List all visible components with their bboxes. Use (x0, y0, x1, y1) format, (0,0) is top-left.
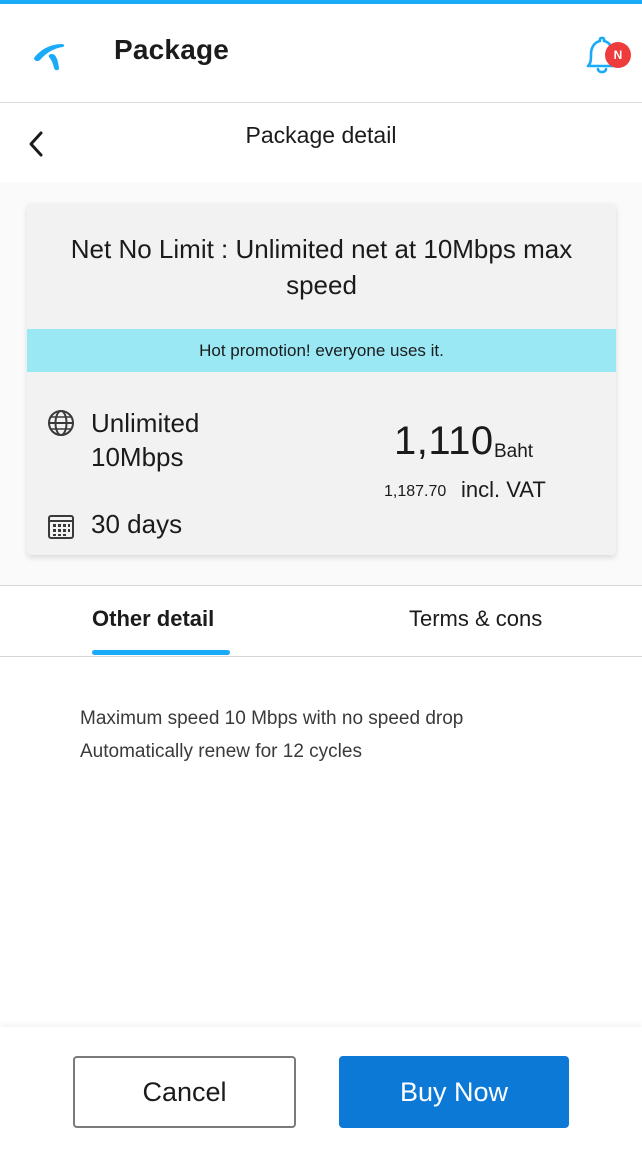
buy-now-button[interactable]: Buy Now (339, 1056, 569, 1128)
detail-tabs: Other detail Terms & cons (0, 585, 642, 657)
detail-line: Maximum speed 10 Mbps with no speed drop (80, 708, 464, 729)
globe-icon (48, 410, 74, 436)
package-price: 1,110 (394, 419, 494, 463)
data-allowance: Unlimited 10Mbps (91, 408, 200, 472)
price-incl-vat: 1,187.70 (384, 483, 447, 500)
sub-header: Package detail (0, 104, 642, 182)
telenor-logo-icon (34, 44, 65, 71)
validity-period: 30 days (91, 509, 183, 539)
vat-label: incl. VAT (461, 477, 546, 502)
active-tab-indicator (92, 650, 230, 655)
page-title: Package (114, 34, 230, 65)
calendar-icon (48, 515, 74, 539)
app-header: Package N (0, 4, 642, 103)
package-card: Net No Limit : Unlimited net at 10Mbps m… (27, 203, 616, 555)
tab-other-detail[interactable]: Other detail (92, 606, 214, 632)
price-currency: Baht (494, 441, 534, 462)
package-name: Net No Limit : Unlimited net at 10Mbps m… (70, 234, 573, 300)
other-detail-content: Maximum speed 10 Mbps with no speed drop… (80, 702, 463, 768)
notification-badge: N (605, 42, 631, 68)
promotion-banner: Hot promotion! everyone uses it. (27, 329, 616, 372)
detail-line: Automatically renew for 12 cycles (80, 741, 362, 762)
tab-terms-cons[interactable]: Terms & cons (409, 606, 542, 632)
sub-page-title: Package detail (245, 122, 397, 148)
cancel-button[interactable]: Cancel (73, 1056, 296, 1128)
